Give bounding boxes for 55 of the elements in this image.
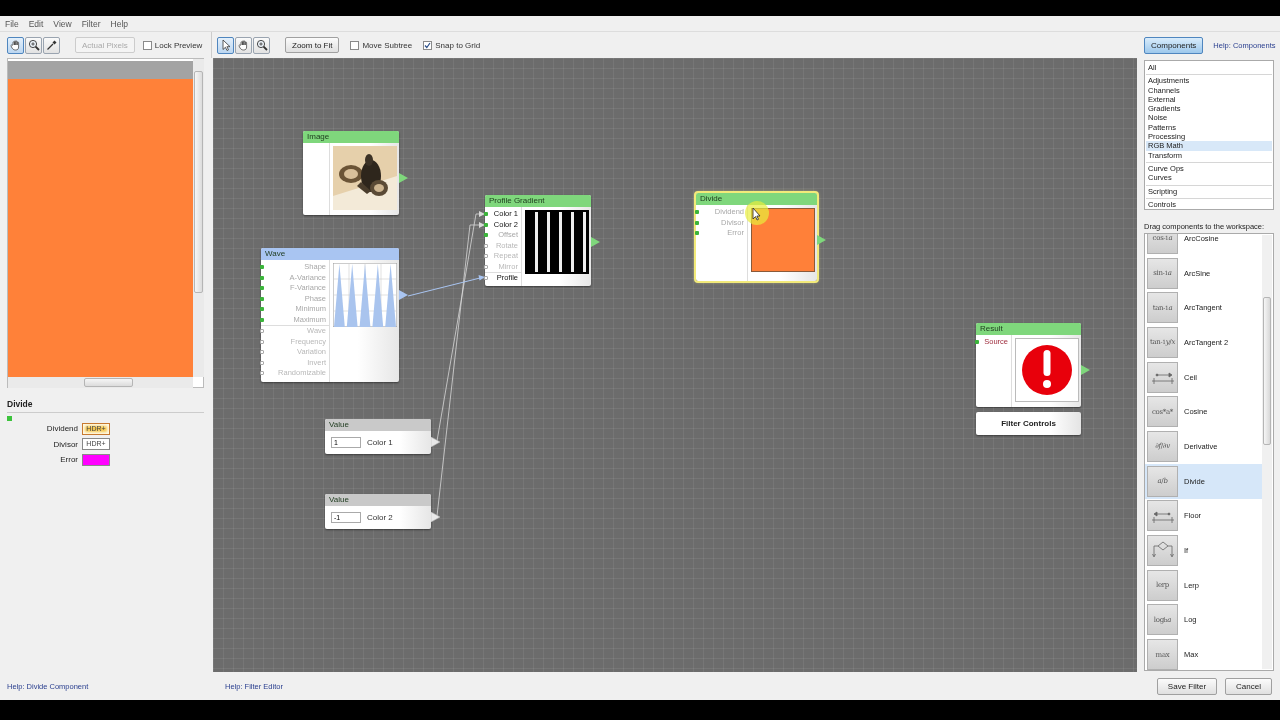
- checkbox-label: Snap to Grid: [435, 40, 481, 50]
- menu-item[interactable]: File: [5, 18, 19, 29]
- node-header: Profile Gradient: [485, 195, 591, 207]
- cursor-icon: [744, 200, 770, 226]
- node-header: Value: [325, 419, 431, 431]
- port-label: Color 2: [367, 513, 393, 522]
- property-label: Error: [59, 455, 78, 465]
- gradient-preview: [525, 210, 589, 274]
- zoom-icon: [255, 39, 268, 51]
- pointer-tool-button[interactable]: [217, 36, 234, 54]
- ceil-icon: [1147, 361, 1178, 393]
- pointer-icon: [219, 39, 232, 51]
- port-label: Color 1: [367, 438, 393, 447]
- scrollbar[interactable]: [1262, 235, 1272, 669]
- checkbox[interactable]: [423, 40, 433, 50]
- menu-item[interactable]: Help: [110, 18, 128, 29]
- node-header: Divide: [696, 193, 817, 205]
- node-header: Wave: [261, 248, 399, 260]
- filter-controls-button[interactable]: Filter Controls: [976, 412, 1081, 435]
- node-header: Value: [325, 494, 431, 506]
- checkbox[interactable]: [142, 40, 152, 50]
- zoom-icon: [27, 39, 40, 51]
- scrollbar[interactable]: [8, 377, 193, 388]
- checkbox[interactable]: [350, 40, 360, 50]
- menu-item[interactable]: Edit: [28, 18, 44, 29]
- checkbox-label: Move Subtree: [362, 40, 413, 50]
- branch-icon: [1147, 535, 1178, 567]
- hand-tool-button[interactable]: [7, 36, 24, 54]
- dialog-button[interactable]: Save Filter: [1156, 677, 1218, 695]
- dialog-button[interactable]: Cancel: [1225, 677, 1272, 695]
- components-tab[interactable]: Components: [1144, 36, 1204, 54]
- zoom-tool-button[interactable]: [25, 36, 42, 54]
- eyedropper-tool-button[interactable]: [43, 36, 60, 54]
- hand-icon: [237, 39, 250, 51]
- panel-title: Divide: [7, 399, 204, 413]
- checkbox-label: Lock Preview: [154, 40, 203, 50]
- color-swatch[interactable]: [82, 453, 110, 466]
- menu-item[interactable]: Filter: [81, 18, 101, 29]
- node-header: Result: [976, 323, 1081, 335]
- property-label: Divisor: [52, 439, 78, 449]
- node-header: Image: [303, 131, 399, 143]
- eyedropper-icon: [45, 39, 58, 51]
- wave-graph: [333, 263, 397, 327]
- zoom-to-fit-button[interactable]: Zoom to Fit: [285, 37, 340, 53]
- zoom-tool-button[interactable]: [253, 36, 270, 54]
- hand-tool-button[interactable]: [235, 36, 252, 54]
- node-card[interactable]: Image: [303, 131, 399, 215]
- hand-icon: [9, 39, 22, 51]
- floor-icon: [1147, 500, 1178, 532]
- status-icon: [7, 416, 12, 421]
- color-preview: [751, 208, 815, 272]
- scrollbar[interactable]: [193, 59, 204, 377]
- error-icon: [1015, 338, 1079, 402]
- property-label: Dividend: [45, 424, 78, 434]
- menu-item[interactable]: View: [53, 18, 72, 29]
